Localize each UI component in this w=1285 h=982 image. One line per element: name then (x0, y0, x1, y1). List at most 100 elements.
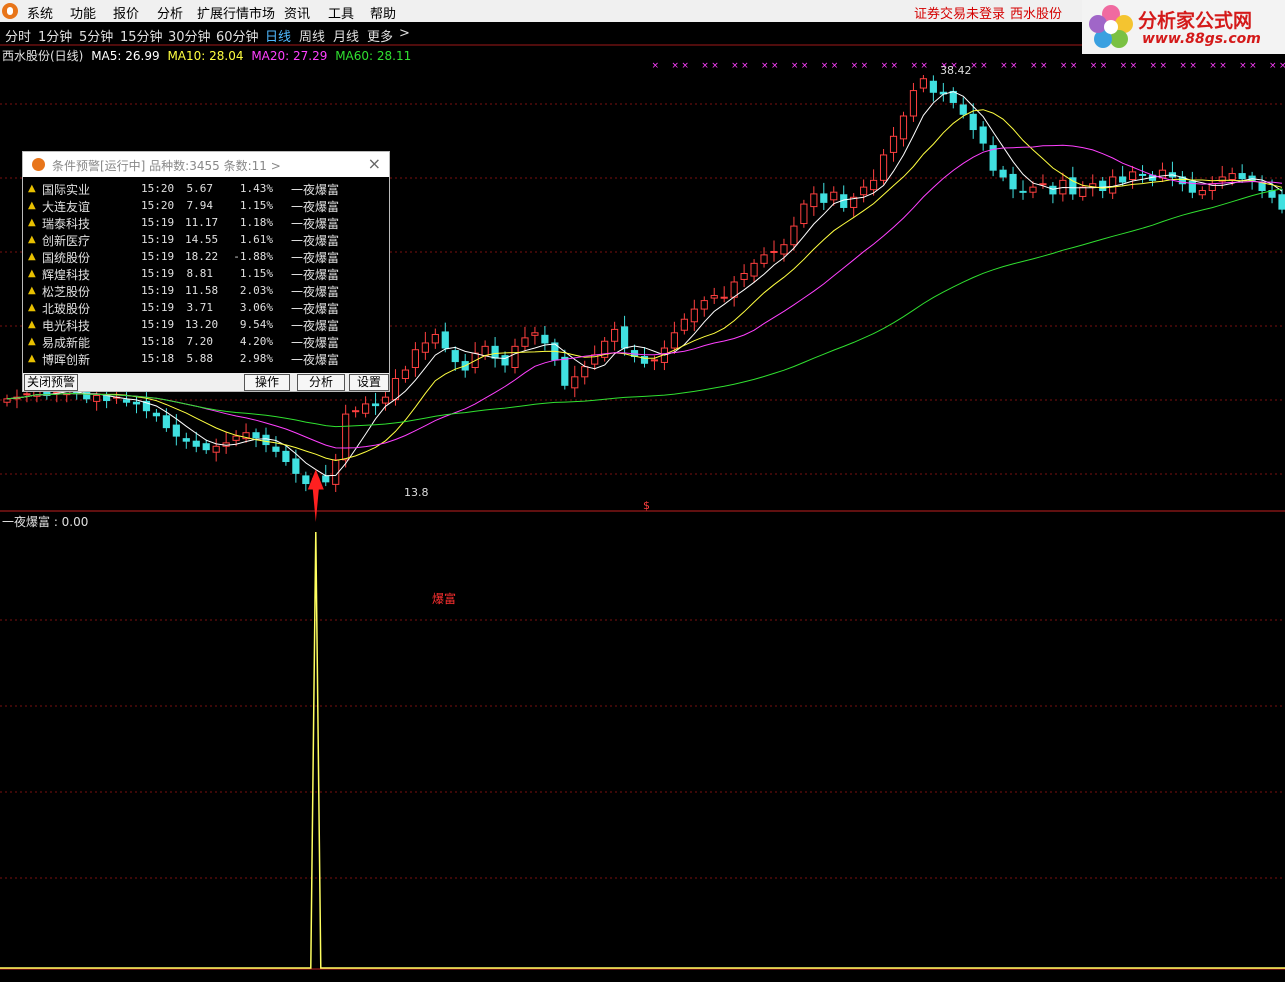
candle-body (1238, 173, 1246, 180)
period-tab-1min[interactable]: 1分钟 (38, 26, 72, 45)
period-tab-monthly[interactable]: 月线 (333, 26, 359, 45)
settings-button[interactable]: 设置 (349, 374, 389, 391)
period-tab-5min[interactable]: 5分钟 (79, 26, 113, 45)
alert-time: 15:19 (141, 284, 175, 297)
candle-body (282, 450, 290, 463)
period-tab-30min[interactable]: 30分钟 (168, 26, 211, 45)
alert-row[interactable]: ▲ 大连友谊 15:20 7.94 1.15% 一夜爆富 (23, 198, 389, 215)
menu-news[interactable]: 资讯 (284, 3, 310, 22)
menu-system[interactable]: 系统 (27, 3, 53, 22)
alert-price: 11.17 (185, 216, 219, 229)
close-alert-button[interactable]: 关闭预警 (24, 374, 78, 391)
alert-stock-name: 国统股份 (42, 251, 91, 265)
period-tab-timeshare[interactable]: 分时 (5, 26, 31, 45)
alert-row[interactable]: ▲ 北玻股份 15:19 3.71 3.06% 一夜爆富 (23, 300, 389, 317)
alert-time: 15:20 (141, 182, 175, 195)
candle-body (720, 296, 728, 299)
alert-row[interactable]: ▲ 易成新能 15:18 7.20 4.20% 一夜爆富 (23, 334, 389, 351)
alert-titlebar[interactable]: 条件预警[运行中] 品种数:3455 条数:11 > × (23, 152, 389, 177)
alert-stock-name: 松芝股份 (42, 285, 91, 299)
candle-body (959, 104, 967, 115)
candle-body (451, 350, 459, 363)
candle-body (1278, 194, 1285, 210)
candle-body (132, 401, 141, 405)
menu-extended-market[interactable]: 扩展行情市场 (197, 3, 275, 22)
alert-signal: 一夜爆富 (291, 353, 340, 367)
alert-change-pct: 1.43% (239, 182, 273, 195)
condition-alert-window: 条件预警[运行中] 品种数:3455 条数:11 > × ▲ 国际实业 15:20 5… (22, 151, 390, 392)
signal-x-marker: × (1159, 61, 1167, 71)
up-arrow-icon: ▲ (28, 268, 36, 279)
analyze-button[interactable]: 分析 (297, 374, 345, 391)
candle-body (441, 331, 449, 349)
candle-body (362, 403, 370, 414)
signal-x-marker: × (851, 61, 859, 71)
alert-stock-name: 创新医疗 (42, 234, 91, 248)
candle-body (262, 434, 270, 446)
alert-row[interactable]: ▲ 创新医疗 15:19 14.55 1.61% 一夜爆富 (23, 232, 389, 249)
candle-body (650, 359, 659, 362)
alert-row[interactable]: ▲ 博晖创新 15:18 5.88 2.98% 一夜爆富 (23, 351, 389, 368)
alert-row[interactable]: ▲ 国际实业 15:20 5.67 1.43% 一夜爆富 (23, 181, 389, 198)
alert-row[interactable]: ▲ 瑞泰科技 15:19 11.17 1.18% 一夜爆富 (23, 215, 389, 232)
candle-body (889, 135, 898, 153)
candle-body (870, 179, 878, 191)
alert-change-pct: 3.06% (239, 301, 273, 314)
alert-stock-name: 易成新能 (42, 336, 91, 350)
ma60-value: MA60: 28.11 (335, 49, 412, 63)
alert-row[interactable]: ▲ 松芝股份 15:19 11.58 2.03% 一夜爆富 (23, 283, 389, 300)
period-tab-daily[interactable]: 日线 (265, 26, 291, 45)
menu-analysis[interactable]: 分析 (157, 3, 183, 22)
alert-time: 15:18 (141, 352, 175, 365)
indicator-signal-text: 爆富 (432, 592, 457, 606)
chart-info-line: 西水股份(日线) MA5: 26.99 MA10: 28.04 MA20: 27… (2, 47, 415, 64)
alert-price: 18.22 (185, 250, 219, 263)
candle-body (202, 443, 210, 451)
candle-body (1029, 186, 1037, 193)
alert-price: 13.20 (185, 318, 219, 331)
alert-change-pct: 1.15% (239, 199, 273, 212)
menu-function[interactable]: 功能 (70, 3, 96, 22)
candle-body (491, 345, 499, 359)
signal-x-marker: × (681, 61, 689, 71)
alert-row[interactable]: ▲ 电光科技 15:19 13.20 9.54% 一夜爆富 (23, 317, 389, 334)
signal-x-marker: × (1030, 61, 1038, 71)
candle-body (531, 332, 539, 336)
alert-price: 11.58 (185, 284, 219, 297)
candle-body (302, 475, 310, 485)
close-icon[interactable]: × (368, 154, 381, 173)
alert-time: 15:19 (141, 250, 175, 263)
login-status[interactable]: 证券交易未登录 (914, 3, 1005, 22)
signal-x-marker: × (1239, 61, 1247, 71)
signal-x-marker: × (1100, 61, 1108, 71)
period-tab-more[interactable]: 更多 (367, 26, 393, 45)
candle-body (860, 186, 868, 196)
menu-tools[interactable]: 工具 (328, 3, 354, 22)
period-tab-60min[interactable]: 60分钟 (216, 26, 259, 45)
period-tab-15min[interactable]: 15分钟 (120, 26, 163, 45)
alert-row[interactable]: ▲ 国统股份 15:19 18.22 -1.88% 一夜爆富 (23, 249, 389, 266)
alert-signal: 一夜爆富 (291, 183, 340, 197)
brand-url[interactable]: www.88gs.com (1142, 31, 1261, 47)
period-tab-weekly[interactable]: 周线 (299, 26, 325, 45)
period-toolbar: 分时 1分钟 5分钟 15分钟 30分钟 60分钟 日线 周线 月线 更多 > (0, 23, 1080, 45)
up-arrow-icon: ▲ (28, 234, 36, 245)
menu-help[interactable]: 帮助 (370, 3, 396, 22)
operate-button[interactable]: 操作 (244, 374, 290, 391)
up-arrow-icon: ▲ (28, 285, 36, 296)
alert-change-pct: 1.18% (239, 216, 273, 229)
candle-body (162, 415, 170, 429)
alert-signal: 一夜爆富 (291, 251, 340, 265)
alert-change-pct: 2.98% (239, 352, 273, 365)
alert-row[interactable]: ▲ 辉煌科技 15:19 8.81 1.15% 一夜爆富 (23, 266, 389, 283)
alert-signal: 一夜爆富 (291, 285, 340, 299)
menu-quote[interactable]: 报价 (113, 3, 139, 22)
brand-banner: 分析家公式网 www.88gs.com (1082, 0, 1285, 54)
current-stock-name: 西水股份 (1010, 7, 1063, 22)
more-chevron-icon[interactable]: > (399, 26, 410, 41)
candle-body (152, 412, 161, 417)
candle-body (272, 446, 280, 452)
alert-change-pct: 1.61% (239, 233, 273, 246)
ma5-value: MA5: 26.99 (91, 49, 160, 63)
alert-signal: 一夜爆富 (291, 336, 340, 350)
